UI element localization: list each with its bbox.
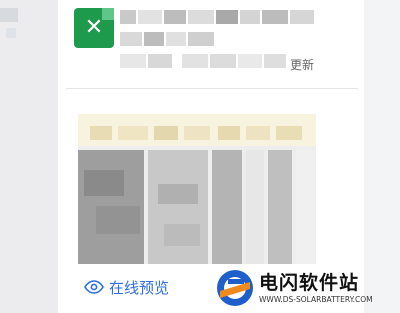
- excel-glyph: ✕: [84, 15, 104, 40]
- site-logo-icon: [217, 270, 253, 306]
- blurred-content: [6, 28, 16, 38]
- left-edge-panel: [0, 0, 58, 313]
- excel-file-icon: ✕: [74, 8, 114, 48]
- online-preview-button[interactable]: 在线预览: [84, 272, 169, 302]
- divider: [66, 88, 358, 89]
- eye-icon: [84, 280, 104, 294]
- update-label: 更新: [290, 58, 315, 72]
- spreadsheet-preview-thumbnail[interactable]: [78, 114, 316, 264]
- watermark: 电闪软件站 WWW.DS-SOLARBATTERY.COM: [216, 266, 400, 310]
- watermark-name: 电闪软件站: [259, 271, 360, 294]
- blurred-content: [0, 8, 18, 22]
- online-preview-label: 在线预览: [109, 278, 170, 297]
- watermark-url: WWW.DS-SOLARBATTERY.COM: [259, 294, 373, 304]
